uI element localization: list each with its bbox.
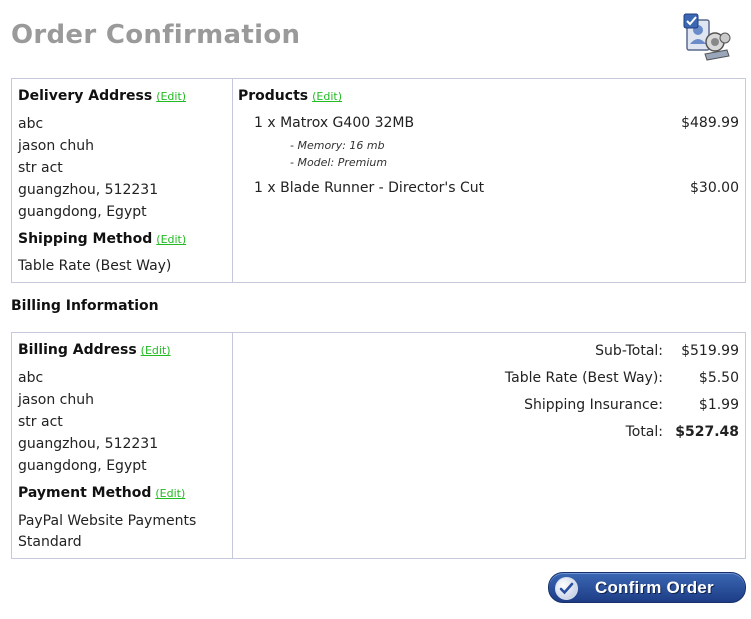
payment-method-value: PayPal Website Payments — [18, 513, 197, 529]
confirm-order-button[interactable]: Confirm Order — [548, 572, 746, 603]
edit-products-link[interactable]: (Edit) — [312, 90, 342, 103]
checkmark-icon — [555, 577, 578, 600]
total-value: $527.48 — [675, 424, 739, 440]
delivery-column: Delivery Address (Edit) abc jason chuh st… — [12, 79, 233, 282]
product-attribute: - Model: Premium — [290, 156, 388, 169]
billing-address-label: Billing Address — [18, 342, 137, 358]
billing-address-line: guangzhou, 512231 — [18, 436, 159, 452]
billing-address-line: guangdong, Egypt — [18, 458, 147, 474]
total-label: Total: — [625, 424, 663, 440]
shipping-method-value: Table Rate (Best Way) — [18, 258, 172, 274]
billing-information-title: Billing Information — [11, 298, 159, 314]
payment-method-heading: Payment Method (Edit) — [18, 485, 185, 501]
products-column: Products (Edit) 1 x Matrox G400 32MB $489… — [233, 79, 745, 282]
delivery-products-panel: Delivery Address (Edit) abc jason chuh st… — [11, 78, 746, 283]
insurance-value: $1.99 — [698, 397, 739, 413]
shipping-method-label: Shipping Method — [18, 231, 153, 247]
billing-totals-panel: Billing Address (Edit) abc jason chuh str… — [11, 332, 746, 559]
payment-method-value: Standard — [18, 534, 82, 550]
delivery-address-line: abc — [18, 116, 44, 132]
delivery-address-line: jason chuh — [18, 138, 94, 154]
delivery-address-line: str act — [18, 160, 63, 176]
user-card-icon — [681, 10, 733, 62]
page-title: Order Confirmation — [11, 20, 301, 50]
product-price: $30.00 — [690, 180, 739, 196]
product-name: 1 x Matrox G400 32MB — [254, 115, 415, 131]
insurance-label: Shipping Insurance: — [524, 397, 663, 413]
billing-address-line: str act — [18, 414, 63, 430]
confirm-order-label: Confirm Order — [595, 578, 714, 597]
billing-address-line: jason chuh — [18, 392, 94, 408]
edit-billing-address-link[interactable]: (Edit) — [141, 344, 171, 357]
shipping-cost-label: Table Rate (Best Way): — [504, 370, 663, 386]
billing-column: Billing Address (Edit) abc jason chuh str… — [12, 333, 233, 558]
delivery-address-heading: Delivery Address (Edit) — [18, 88, 186, 104]
payment-method-label: Payment Method — [18, 485, 152, 501]
subtotal-label: Sub-Total: — [595, 343, 663, 359]
shipping-cost-value: $5.50 — [698, 370, 739, 386]
product-name: 1 x Blade Runner - Director's Cut — [254, 180, 485, 196]
billing-address-line: abc — [18, 370, 44, 386]
product-attribute: - Memory: 16 mb — [290, 139, 385, 152]
billing-address-heading: Billing Address (Edit) — [18, 342, 171, 358]
products-label: Products — [238, 88, 309, 104]
delivery-address-label: Delivery Address — [18, 88, 153, 104]
products-heading: Products (Edit) — [238, 88, 342, 104]
shipping-method-heading: Shipping Method (Edit) — [18, 231, 186, 247]
product-price: $489.99 — [681, 115, 739, 131]
totals-column: Sub-Total: $519.99 Table Rate (Best Way)… — [233, 333, 745, 558]
edit-payment-method-link[interactable]: (Edit) — [155, 487, 185, 500]
edit-delivery-address-link[interactable]: (Edit) — [156, 90, 186, 103]
subtotal-value: $519.99 — [681, 343, 739, 359]
delivery-address-line: guangzhou, 512231 — [18, 182, 159, 198]
edit-shipping-method-link[interactable]: (Edit) — [156, 233, 186, 246]
delivery-address-line: guangdong, Egypt — [18, 204, 147, 220]
